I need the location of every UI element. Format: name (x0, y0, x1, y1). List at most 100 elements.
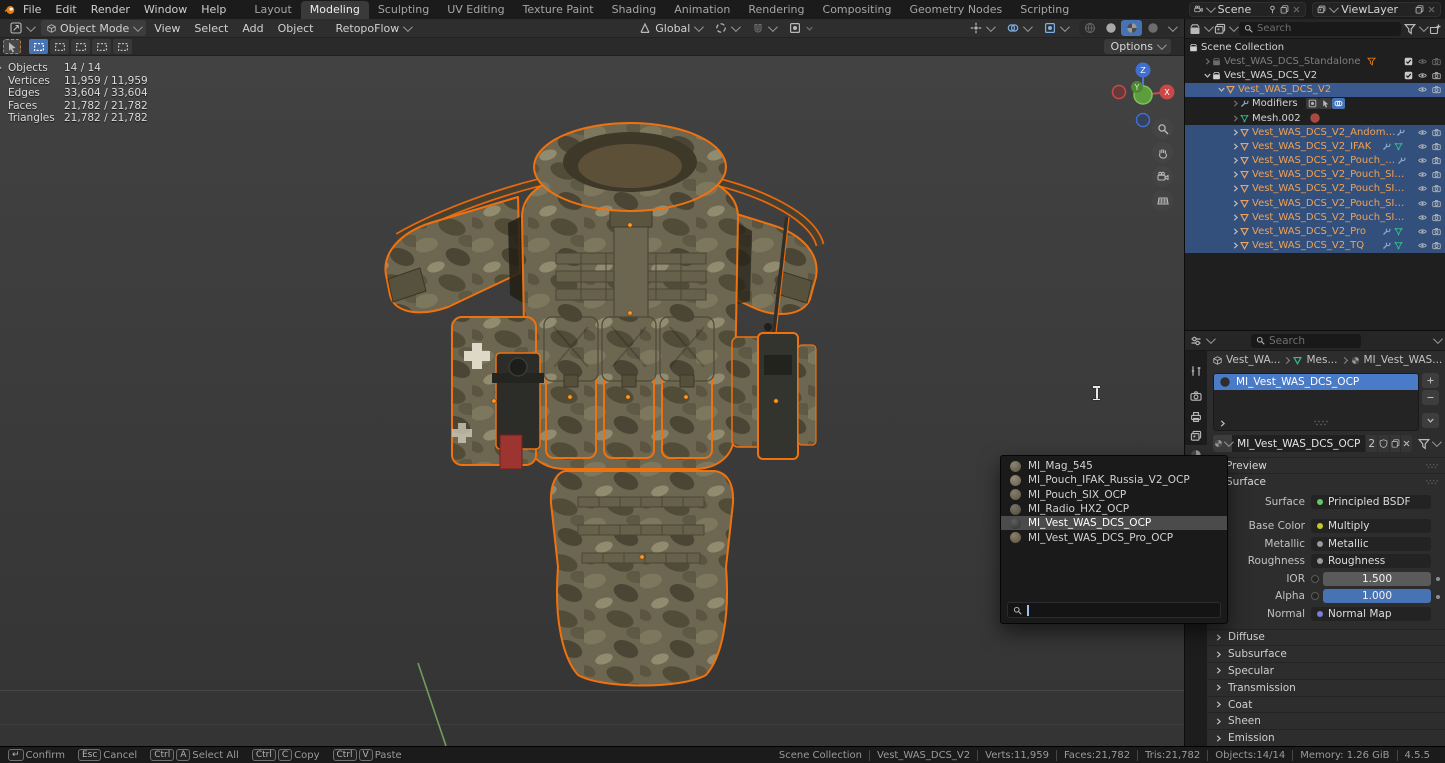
outliner-row-tq[interactable]: Vest_WAS_DCS_V2_TQ (1185, 239, 1445, 253)
tab-view-layer[interactable] (1185, 426, 1207, 446)
eye-icon[interactable] (1418, 71, 1427, 80)
camera-icon[interactable] (1432, 57, 1441, 66)
roughness-field[interactable]: Roughness (1311, 554, 1431, 568)
material-slot-selected[interactable]: MI_Vest_WAS_DCS_OCP (1214, 374, 1418, 390)
outliner-row-pouch-six-03[interactable]: Vest_WAS_DCS_V2_Pouch_SIX_03 (1185, 196, 1445, 210)
xray-toggle[interactable] (1038, 20, 1073, 36)
menu-select[interactable]: Select (188, 22, 234, 35)
tab-scripting[interactable]: Scripting (1011, 1, 1078, 19)
viewlayer-selector[interactable]: ViewLayer (1312, 2, 1441, 17)
outliner-search-input[interactable]: Search (1239, 22, 1401, 36)
menu-window[interactable]: Window (137, 0, 194, 19)
expand-icon[interactable] (1231, 99, 1240, 108)
display-mode-icon[interactable] (1189, 23, 1201, 35)
select-mode-invert[interactable] (92, 39, 111, 54)
camera-icon[interactable] (1432, 184, 1441, 193)
shading-material-button[interactable] (1121, 20, 1142, 36)
eye-icon[interactable] (1418, 156, 1427, 165)
camera-icon[interactable] (1432, 170, 1441, 179)
tab-sculpting[interactable]: Sculpting (369, 1, 438, 19)
viewport-3d[interactable]: Object Mode View Select Add Object Retop… (0, 19, 1184, 746)
panel-coat[interactable]: Coat (1207, 696, 1445, 713)
grip-icon[interactable] (1425, 476, 1439, 488)
properties-search-input[interactable]: Search (1251, 334, 1361, 348)
tab-texture-paint[interactable]: Texture Paint (514, 1, 603, 19)
filter-type-icon[interactable] (1214, 23, 1226, 35)
select-mode-intersect[interactable] (113, 39, 132, 54)
eye-icon[interactable] (1418, 199, 1427, 208)
eye-icon[interactable] (1418, 170, 1427, 179)
outliner-row-pouch-six-02[interactable]: Vest_WAS_DCS_V2_Pouch_SIX_02 (1185, 182, 1445, 196)
unlink-material-button[interactable] (1400, 435, 1412, 452)
eye-icon[interactable] (1418, 213, 1427, 222)
camera-view-button[interactable] (1152, 166, 1173, 187)
camera-icon[interactable] (1432, 241, 1441, 250)
tab-modeling[interactable]: Modeling (301, 1, 369, 19)
tab-geometry-nodes[interactable]: Geometry Nodes (900, 1, 1011, 19)
eye-icon[interactable] (1418, 128, 1427, 137)
camera-icon[interactable] (1432, 128, 1441, 137)
modifier-badge-active[interactable] (1332, 98, 1345, 109)
proportional-edit-toggle[interactable] (783, 20, 820, 36)
outliner-row-pouch-six-01[interactable]: Vest_WAS_DCS_V2_Pouch_SIX_01 (1185, 168, 1445, 182)
pin-icon[interactable] (1268, 5, 1277, 14)
close-icon[interactable] (1292, 5, 1301, 14)
camera-icon[interactable] (1432, 213, 1441, 222)
panel-specular[interactable]: Specular (1207, 662, 1445, 679)
filter-icon[interactable] (1404, 23, 1416, 35)
tab-render[interactable] (1185, 386, 1207, 406)
menu-file[interactable]: File (16, 0, 48, 19)
dropdown-item[interactable]: MI_Vest_WAS_DCS_Pro_OCP (1001, 530, 1227, 544)
properties-editor-icon[interactable] (1190, 335, 1202, 347)
metallic-field[interactable]: Metallic (1311, 537, 1431, 551)
expand-icon[interactable] (1231, 156, 1240, 165)
outliner-row-pouch-six-04[interactable]: Vest_WAS_DCS_V2_Pouch_SIX_04 (1185, 210, 1445, 224)
menu-render[interactable]: Render (84, 0, 137, 19)
breadcrumb-mesh[interactable]: Mes... (1306, 354, 1337, 366)
expand-icon[interactable] (1231, 170, 1240, 179)
camera-icon[interactable] (1432, 142, 1441, 151)
viewport-canvas[interactable]: › Objects 14 / 14 Vertices 11,959 / 11,9… (0, 56, 1184, 746)
expand-icon[interactable] (1231, 199, 1240, 208)
breadcrumb-material[interactable]: MI_Vest_WAS... (1364, 354, 1443, 366)
expand-icon[interactable] (1231, 241, 1240, 250)
tab-shading[interactable]: Shading (603, 1, 666, 19)
add-slot-button[interactable] (1422, 373, 1439, 388)
dropdown-item[interactable]: MI_Pouch_IFAK_Russia_V2_OCP (1001, 473, 1227, 487)
modifier-badge[interactable] (1319, 98, 1332, 109)
panel-emission[interactable]: Emission (1207, 729, 1445, 746)
outliner-row-scene-collection[interactable]: Scene Collection (1185, 40, 1445, 54)
alpha-slider[interactable]: 1.000 (1323, 589, 1431, 603)
camera-icon[interactable] (1432, 156, 1441, 165)
collapse-icon[interactable] (1217, 85, 1226, 94)
panel-preview[interactable]: Preview (1207, 457, 1445, 473)
grip-icon[interactable] (1313, 417, 1329, 429)
eye-icon[interactable] (1418, 142, 1427, 151)
select-mode-extend[interactable] (50, 39, 69, 54)
outliner-row-collection-v2[interactable]: Vest_WAS_DCS_V2 (1185, 68, 1445, 82)
chevron-down-icon[interactable] (1433, 334, 1443, 344)
tab-rendering[interactable]: Rendering (739, 1, 813, 19)
new-collection-icon[interactable] (1429, 23, 1441, 35)
expand-icon[interactable] (1231, 227, 1240, 236)
slot-specials-button[interactable] (1422, 413, 1439, 428)
grip-icon[interactable] (1425, 460, 1439, 472)
camera-icon[interactable] (1432, 199, 1441, 208)
scene-selector[interactable]: Scene (1189, 2, 1307, 17)
dropdown-item[interactable]: MI_Radio_HX2_OCP (1001, 502, 1227, 516)
outliner-row-modifiers[interactable]: Modifiers (1185, 97, 1445, 111)
duplicate-material-button[interactable] (1389, 435, 1401, 452)
new-scene-icon[interactable] (1280, 5, 1289, 14)
select-mode-subtract[interactable] (71, 39, 90, 54)
eye-icon[interactable] (1418, 241, 1427, 250)
remove-slot-button[interactable] (1422, 390, 1439, 405)
outliner-row-pouch-radio[interactable]: Vest_WAS_DCS_V2_Pouch_Radio (1185, 154, 1445, 168)
expand-icon[interactable] (1231, 213, 1240, 222)
snap-target-button[interactable] (709, 20, 744, 36)
expand-icon[interactable] (1231, 142, 1240, 151)
normal-field[interactable]: Normal Map (1311, 607, 1431, 621)
fake-user-button[interactable] (1377, 435, 1389, 452)
animate-dot-icon[interactable] (1436, 595, 1440, 599)
snap-toggle[interactable] (746, 20, 781, 36)
panel-transmission[interactable]: Transmission (1207, 679, 1445, 696)
